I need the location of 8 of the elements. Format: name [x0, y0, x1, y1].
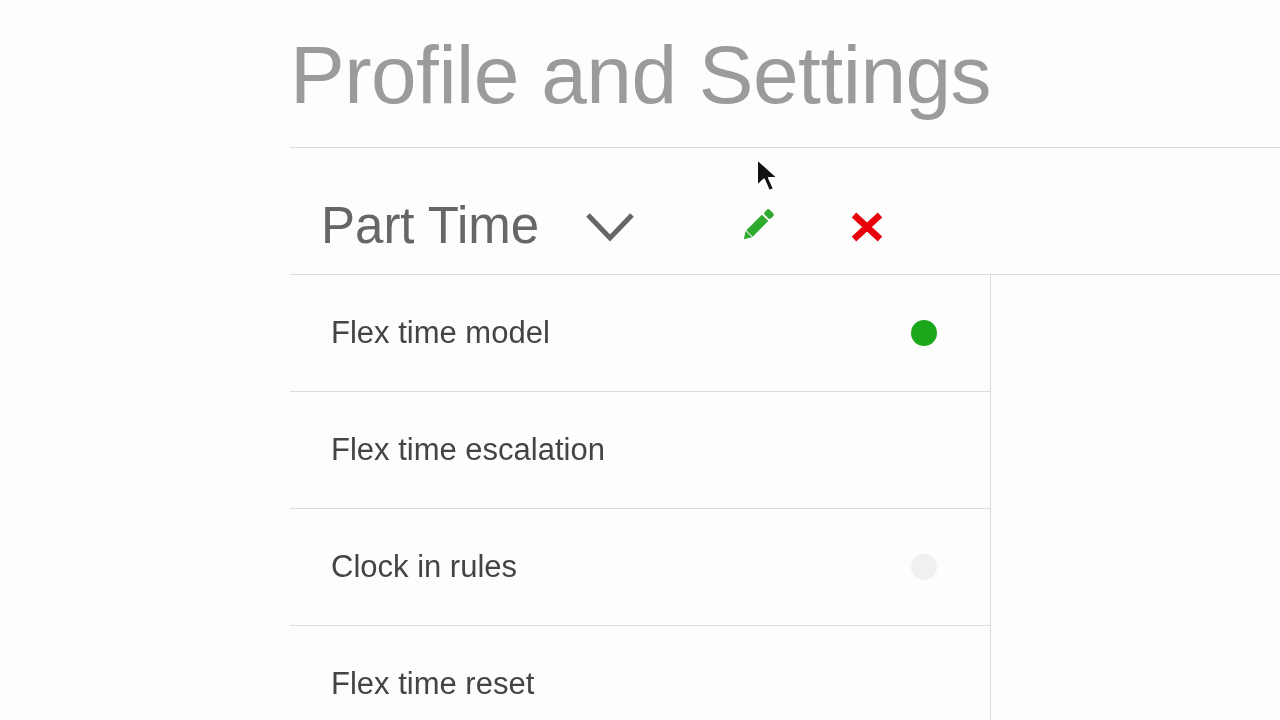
chevron-down-icon	[585, 212, 636, 242]
settings-item[interactable]: Flex time reset	[290, 626, 990, 720]
delete-button[interactable]	[850, 211, 885, 243]
settings-item[interactable]: Clock in rules	[290, 509, 990, 626]
profile-dropdown[interactable]: Part Time	[321, 199, 636, 251]
settings-item[interactable]: Flex time model	[290, 275, 990, 392]
close-icon	[850, 211, 885, 243]
settings-item[interactable]: Flex time escalation	[290, 392, 990, 509]
